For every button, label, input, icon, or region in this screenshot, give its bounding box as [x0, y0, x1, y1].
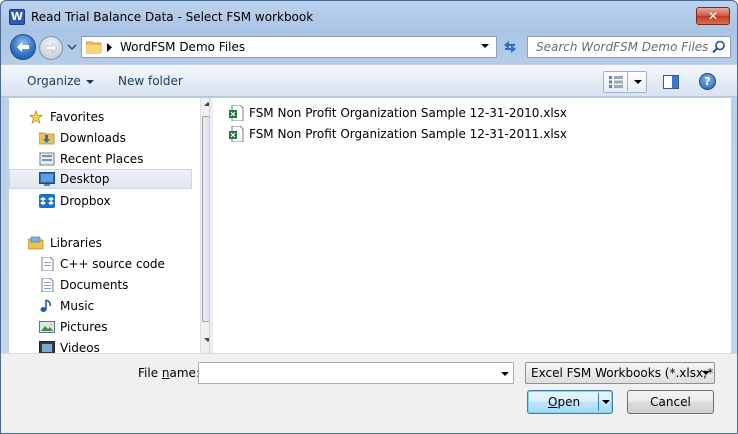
sidebar-item-favorites[interactable]: Favorites	[9, 107, 192, 127]
word-app-icon: W	[9, 9, 25, 25]
open-label: Open	[548, 395, 580, 409]
dialog-footer: File name: Excel FSM Workbooks (*.xlsx;*…	[1, 353, 737, 433]
sidebar-item-label: Libraries	[50, 236, 102, 250]
open-label-rest: pen	[557, 395, 581, 409]
sidebar-item-label: Favorites	[50, 110, 105, 124]
back-button[interactable]	[10, 34, 36, 60]
file-name: FSM Non Profit Organization Sample 12-31…	[249, 106, 568, 120]
change-view-button[interactable]	[603, 71, 647, 93]
star-icon	[28, 110, 44, 124]
filename-label: File name:	[138, 366, 200, 380]
sidebar-item-label: Desktop	[60, 172, 110, 186]
sidebar-item-documents[interactable]: Documents	[9, 275, 192, 295]
open-options-chevron-icon[interactable]	[602, 400, 610, 404]
forward-button[interactable]	[39, 36, 63, 60]
title-bar[interactable]: W Read Trial Balance Data - Select FSM w…	[1, 1, 737, 31]
open-split-separator	[598, 393, 599, 411]
sidebar-item-videos[interactable]: Videos	[9, 338, 192, 353]
search-input[interactable]	[528, 37, 708, 57]
organize-label: Organize	[27, 74, 81, 88]
search-icon[interactable]	[712, 40, 726, 54]
cancel-label: Cancel	[650, 395, 691, 409]
videos-icon	[39, 341, 55, 353]
downloads-folder-icon	[39, 132, 55, 145]
file-name: FSM Non Profit Organization Sample 12-31…	[249, 127, 568, 141]
sidebar-item-cpp-source-code[interactable]: C++ source code	[9, 254, 192, 274]
window-title: Read Trial Balance Data - Select FSM wor…	[31, 10, 314, 24]
breadcrumb-segment[interactable]: WordFSM Demo Files	[120, 40, 245, 54]
sidebar-item-label: Videos	[60, 341, 100, 353]
view-button-separator	[627, 71, 628, 91]
command-toolbar: Organize New folder ?	[1, 64, 737, 97]
filename-dropdown-icon[interactable]	[501, 372, 509, 376]
address-dropdown-icon[interactable]	[481, 44, 489, 48]
desktop-icon	[39, 172, 55, 186]
sidebar-item-label: Pictures	[60, 320, 108, 334]
sidebar-item-downloads[interactable]: Downloads	[9, 128, 192, 148]
file-open-dialog: W Read Trial Balance Data - Select FSM w…	[0, 0, 738, 434]
sidebar-item-recent-places[interactable]: Recent Places	[9, 149, 192, 169]
preview-pane-icon[interactable]	[663, 75, 679, 89]
dropbox-icon	[39, 194, 55, 208]
open-button[interactable]: Open	[527, 390, 613, 414]
sidebar-item-label: Recent Places	[60, 152, 144, 166]
sidebar-item-libraries[interactable]: Libraries	[9, 233, 192, 253]
back-arrow-icon	[17, 42, 29, 52]
breadcrumb-arrow-icon[interactable]	[107, 43, 113, 52]
music-icon	[40, 299, 51, 312]
refresh-icon[interactable]	[499, 36, 521, 58]
close-button[interactable]: ✕	[696, 7, 730, 25]
sidebar-item-label: Dropbox	[60, 194, 111, 208]
sidebar-item-label: Music	[60, 299, 95, 313]
forward-arrow-icon	[46, 43, 57, 53]
organize-menu-button[interactable]: Organize	[27, 74, 94, 88]
file-type-value: Excel FSM Workbooks (*.xlsx;*.x	[531, 366, 715, 380]
documents-icon	[41, 278, 54, 292]
chevron-down-icon	[85, 79, 94, 84]
file-list[interactable]: FSM Non Profit Organization Sample 12-31…	[213, 98, 731, 353]
filename-label-accesskey: n	[161, 366, 170, 380]
filename-label-post: ame:	[169, 366, 200, 380]
recent-pages-chevron-icon[interactable]	[67, 43, 77, 51]
cancel-button[interactable]: Cancel	[627, 390, 714, 414]
file-type-dropdown-icon	[702, 371, 710, 375]
sidebar-item-label: C++ source code	[60, 257, 165, 271]
excel-file-icon	[229, 126, 244, 142]
libraries-icon	[28, 236, 44, 250]
sidebar-item-pictures[interactable]: Pictures	[9, 317, 192, 337]
sidebar-item-label: Downloads	[60, 131, 126, 145]
filename-combobox[interactable]	[198, 362, 514, 384]
help-button[interactable]: ?	[699, 73, 716, 90]
sidebar-item-desktop[interactable]: Desktop	[9, 169, 192, 189]
search-box[interactable]	[527, 36, 731, 58]
view-options-chevron-icon[interactable]	[634, 80, 642, 84]
sidebar-item-music[interactable]: Music	[9, 296, 192, 316]
view-grid-icon	[609, 76, 623, 88]
filename-input[interactable]	[199, 363, 489, 383]
sidebar-item-dropbox[interactable]: Dropbox	[9, 191, 192, 211]
filename-label-pre: File	[138, 366, 162, 380]
file-type-select[interactable]: Excel FSM Workbooks (*.xlsx;*.x	[525, 362, 715, 384]
navigation-pane[interactable]: Favorites Downloads Recent Places Deskto…	[9, 98, 209, 353]
new-folder-button[interactable]: New folder	[118, 74, 183, 88]
document-library-icon	[41, 257, 54, 271]
sidebar-item-label: Documents	[60, 278, 129, 292]
scrollbar-thumb[interactable]	[202, 116, 209, 322]
address-bar[interactable]: WordFSM Demo Files	[81, 36, 497, 58]
folder-icon	[86, 41, 102, 54]
excel-file-icon	[229, 105, 244, 121]
recent-places-icon	[39, 152, 55, 166]
pictures-icon	[39, 321, 55, 333]
